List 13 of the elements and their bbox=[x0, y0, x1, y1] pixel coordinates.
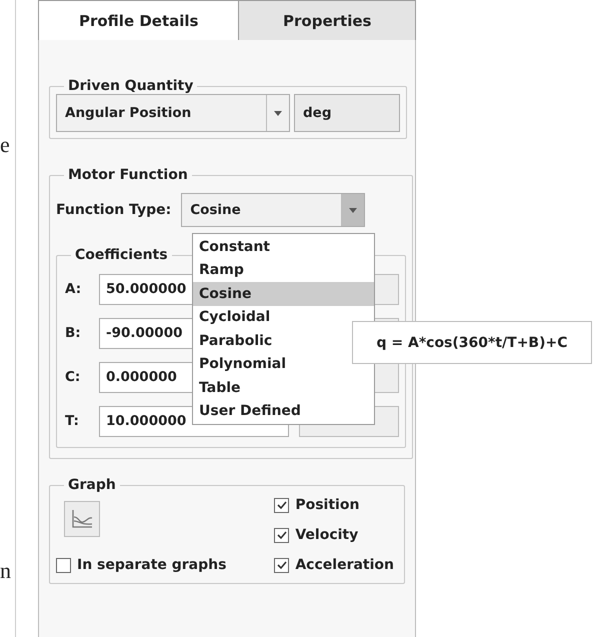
group-title: Motor Function bbox=[67, 167, 189, 183]
document-text-fragment: e bbox=[0, 132, 11, 158]
tooltip: q = A*cos(360*t/T+B)+C bbox=[352, 321, 592, 364]
group-title: Driven Quantity bbox=[67, 78, 194, 94]
field-label: T: bbox=[64, 413, 80, 429]
group-title: Coefficients bbox=[74, 247, 169, 263]
document-text-fragment: n bbox=[0, 558, 12, 584]
field-label: B: bbox=[64, 325, 82, 341]
group-title: Graph bbox=[67, 477, 117, 493]
field-label: A: bbox=[64, 281, 82, 297]
field-label: C: bbox=[64, 369, 82, 385]
unit-field: deg bbox=[294, 94, 400, 132]
field-label: Function Type: bbox=[56, 202, 172, 218]
